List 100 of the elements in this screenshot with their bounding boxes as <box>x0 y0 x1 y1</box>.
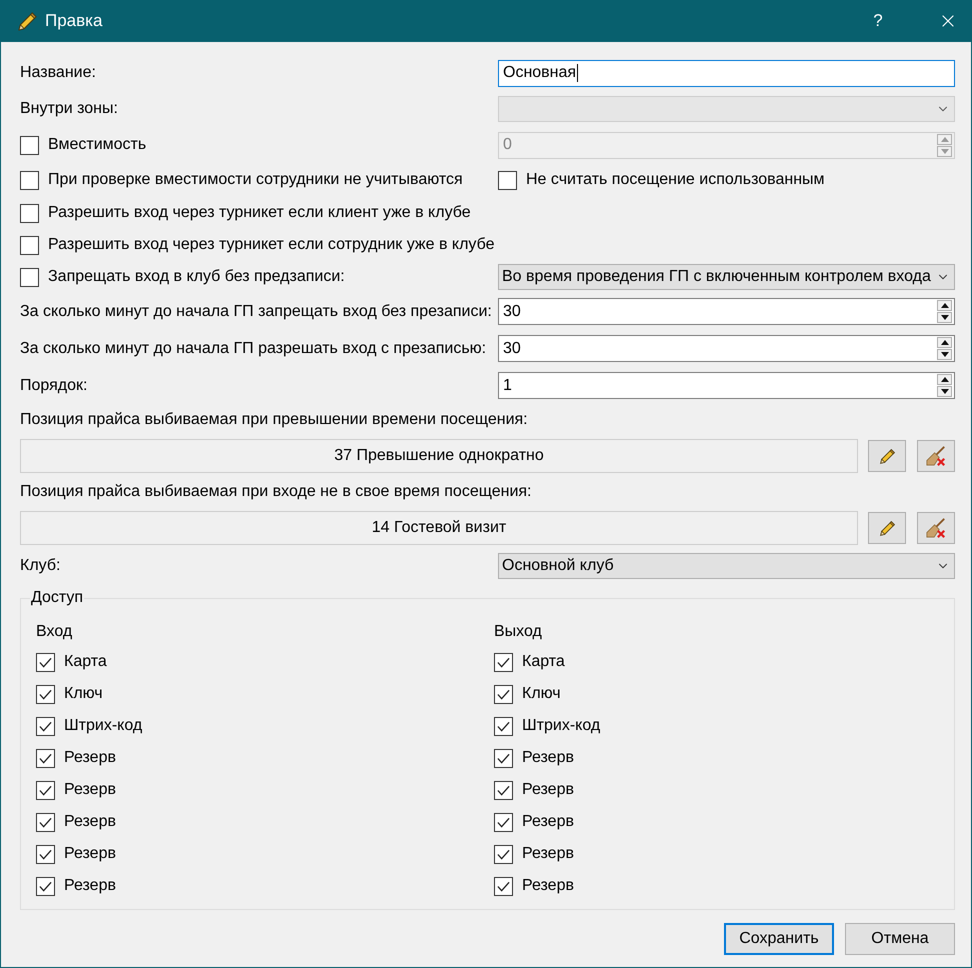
checkbox[interactable] <box>36 684 55 704</box>
check-icon <box>497 880 510 892</box>
text-field[interactable]: Основная <box>498 60 955 86</box>
checkbox-label: Разрешить вход через турникет если клиент уже в клубе <box>48 203 471 223</box>
column-header: Вход <box>36 622 72 642</box>
checkbox-label: Ключ <box>64 684 103 704</box>
check-icon <box>39 656 52 668</box>
checkbox[interactable] <box>36 652 55 672</box>
broom-x-icon <box>925 445 947 467</box>
checkbox[interactable] <box>494 812 513 832</box>
checkbox[interactable] <box>36 780 55 800</box>
check-icon <box>497 656 510 668</box>
field-label: Позиция прайса выбиваемая при превышении времени посещения: <box>20 410 528 430</box>
check-icon <box>497 784 510 796</box>
spin-up-button[interactable] <box>937 374 952 385</box>
group-title: Доступ <box>30 588 84 608</box>
checkbox[interactable] <box>494 652 513 672</box>
checkbox[interactable] <box>494 844 513 864</box>
text-caret <box>577 64 578 82</box>
check-icon <box>497 848 510 860</box>
checkbox-label: Штрих-код <box>522 716 600 736</box>
checkbox[interactable] <box>494 748 513 768</box>
checkbox[interactable] <box>20 268 39 286</box>
broom-x-icon <box>925 517 947 539</box>
number-field[interactable]: 30 <box>498 335 955 362</box>
check-icon <box>497 720 510 732</box>
checkbox-label: Резерв <box>522 748 574 768</box>
checkbox-label: Резерв <box>64 780 116 800</box>
checkbox-label: Резерв <box>522 844 574 864</box>
spin-up-button[interactable] <box>937 300 952 311</box>
checkbox-label: Резерв <box>522 812 574 832</box>
down-triangle-icon <box>940 389 948 394</box>
down-triangle-icon <box>940 148 948 154</box>
dropdown[interactable]: Основной клуб <box>498 553 955 579</box>
checkbox[interactable] <box>494 780 513 800</box>
checkbox-label: Штрих-код <box>64 716 142 736</box>
number-field[interactable]: 1 <box>498 372 955 399</box>
checkbox-label: Карта <box>64 652 107 672</box>
checkbox-label: При проверке вместимости сотрудники не учитываются <box>48 170 463 190</box>
spin-down-button[interactable] <box>937 312 952 323</box>
check-icon <box>497 816 510 828</box>
checkbox[interactable] <box>494 684 513 704</box>
clear-button[interactable] <box>917 512 955 544</box>
spin-up-button[interactable] <box>937 337 952 348</box>
field-label: Клуб: <box>20 556 60 576</box>
down-triangle-icon <box>940 315 948 320</box>
checkbox-label: Резерв <box>64 844 116 864</box>
field-label: Название: <box>20 63 96 83</box>
checkbox-label: Резерв <box>64 876 116 896</box>
window-title: Правка <box>45 10 102 32</box>
check-icon <box>39 720 52 732</box>
check-icon <box>39 848 52 860</box>
checkbox[interactable] <box>20 170 39 190</box>
check-icon <box>39 752 52 764</box>
price-item-field[interactable]: 37 Превышение однократно <box>20 439 858 473</box>
checkbox[interactable] <box>20 204 39 222</box>
check-icon <box>39 880 52 892</box>
check-icon <box>39 784 52 796</box>
checkbox-label: Резерв <box>64 812 116 832</box>
checkbox-label: Запрещать вход в клуб без предзаписи: <box>48 267 345 287</box>
dropdown[interactable]: Во время проведения ГП с включенным контролем входа <box>498 264 955 290</box>
checkbox[interactable] <box>36 716 55 736</box>
checkbox-label: Вместимость <box>48 135 146 155</box>
check-icon <box>497 752 510 764</box>
pencil-icon <box>878 520 896 536</box>
column-header: Выход <box>494 622 542 642</box>
check-icon <box>39 816 52 828</box>
checkbox[interactable] <box>498 170 517 190</box>
checkbox[interactable] <box>36 876 55 896</box>
checkbox-label: Ключ <box>522 684 561 704</box>
clear-button[interactable] <box>917 440 955 472</box>
dialog-button[interactable]: Сохранить <box>724 923 834 955</box>
down-triangle-icon <box>940 352 948 357</box>
checkbox[interactable] <box>494 876 513 896</box>
checkbox[interactable] <box>36 844 55 864</box>
field-label: Внутри зоны: <box>20 99 118 119</box>
field-label: Позиция прайса выбиваемая при входе не в свое время посещения: <box>20 482 532 502</box>
pencil-icon <box>878 448 896 464</box>
field-label: Порядок: <box>20 376 88 396</box>
checkbox[interactable] <box>36 812 55 832</box>
check-icon <box>497 688 510 700</box>
number-field[interactable]: 30 <box>498 298 955 325</box>
spin-down-button[interactable] <box>937 349 952 360</box>
help-button[interactable]: ? <box>855 0 901 42</box>
price-item-field[interactable]: 14 Гостевой визит <box>20 511 858 545</box>
checkbox-label: Не считать посещение использованным <box>526 170 825 190</box>
dialog-button[interactable]: Отмена <box>845 923 955 955</box>
checkbox-label: Резерв <box>522 876 574 896</box>
spin-down-button[interactable] <box>937 386 952 397</box>
edit-button[interactable] <box>868 440 906 472</box>
pencil-icon <box>17 10 38 32</box>
checkbox-label: Разрешить вход через турникет если сотрудник уже в клубе <box>48 235 494 255</box>
up-triangle-icon <box>940 303 948 308</box>
checkbox[interactable] <box>494 716 513 736</box>
checkbox[interactable] <box>20 236 39 254</box>
checkbox-label: Карта <box>522 652 565 672</box>
checkbox[interactable] <box>36 748 55 768</box>
checkbox-label: Резерв <box>64 748 116 768</box>
edit-button[interactable] <box>868 512 906 544</box>
up-triangle-icon <box>940 340 948 345</box>
